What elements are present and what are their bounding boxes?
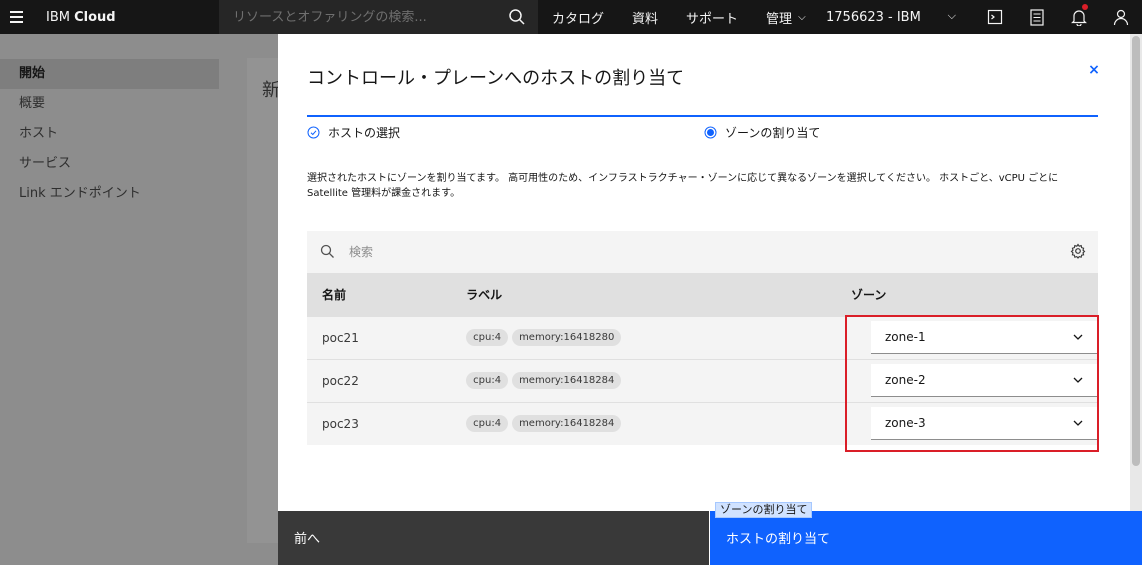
label-tag: cpu:4 [466,415,509,433]
gear-icon[interactable] [1070,243,1086,259]
assign-hosts-button[interactable]: ホストの割り当て [710,511,1142,565]
account-switcher[interactable]: 1756623 - IBM ⌵ [826,0,964,34]
table-toolbar [307,231,1098,273]
progress-indicator [307,115,1098,117]
table-search-input[interactable] [349,245,949,259]
label-tag: memory:16418280 [512,329,622,346]
nav-links: カタログ 資料 サポート 管理 ⌵ [538,0,820,34]
zone-dropdown[interactable]: zone-3 [871,407,1098,441]
user-icon[interactable] [1100,0,1142,34]
nav-support[interactable]: サポート [672,8,752,27]
brand-name: Cloud [74,9,116,25]
sidebar-item-overview[interactable]: 概要 [0,89,219,119]
modal-title: コントロール・プレーンへのホストの割り当て [307,68,685,89]
label-tag: memory:16418284 [512,372,622,389]
hosts-table: 名前 ラベル ゾーン poc21 cpu:4 memory:16418280 zo… [307,273,1098,445]
step-label: ゾーンの割り当て [725,126,821,140]
terminal-icon[interactable] [974,0,1016,34]
host-labels: cpu:4 memory:16418284 [451,401,836,445]
close-button[interactable]: × [1086,62,1102,78]
host-name: poc22 [307,358,452,402]
chevron-down-icon: ⌵ [947,9,956,22]
nav-catalog[interactable]: カタログ [538,8,618,27]
table-row: poc22 cpu:4 memory:16418284 zone-2 [307,358,1098,402]
zone-value: zone-3 [885,416,926,431]
chevron-down-icon [1073,420,1083,427]
zone-cell: zone-2 [836,358,1098,402]
global-search-input[interactable] [233,9,493,25]
sidebar-item-services[interactable]: サービス [0,149,219,179]
step-select-hosts[interactable]: ホストの選択 [307,124,400,141]
back-button[interactable]: 前へ [278,511,709,565]
search-icon[interactable] [508,8,526,26]
zone-cell: zone-3 [836,401,1098,445]
sidebar-item-getting-started[interactable]: 開始 [0,59,219,89]
host-name: poc23 [307,401,452,445]
table-header-row: 名前 ラベル ゾーン [307,273,1098,316]
nav-manage-label: 管理 [766,11,793,27]
account-label: 1756623 - IBM [826,9,921,25]
header-icons [974,0,1142,34]
column-header-zone: ゾーン [836,273,1098,316]
zone-dropdown[interactable]: zone-1 [871,321,1098,354]
assign-hosts-modal: コントロール・プレーンへのホストの割り当て × ホストの選択 ゾーンの割り当て … [278,34,1130,565]
label-tag: cpu:4 [466,372,509,389]
nav-manage[interactable]: 管理 ⌵ [752,8,820,27]
top-navigation-bar: IBM Cloud カタログ 資料 サポート 管理 ⌵ 1756623 - IBM… [0,0,1142,34]
sidebar-item-hosts[interactable]: ホスト [0,119,219,149]
table-row: poc23 cpu:4 memory:16418284 zone-3 [307,401,1098,445]
modal-description: 選択されたホストにゾーンを割り当てます。 高可用性のため、インフラストラクチャー… [307,173,1059,199]
modal-scrollbar[interactable] [1130,34,1142,511]
nav-docs[interactable]: 資料 [618,8,672,27]
column-header-name: 名前 [307,273,452,316]
notification-dot [1082,4,1088,10]
host-name: poc21 [307,315,452,359]
chevron-down-icon [1073,377,1083,383]
sidebar-item-link-endpoints[interactable]: Link エンドポイント [0,179,219,209]
checkmark-circle-icon [307,126,320,139]
zone-dropdown[interactable]: zone-2 [871,364,1098,397]
label-tag: cpu:4 [466,329,509,346]
host-labels: cpu:4 memory:16418280 [451,315,836,359]
column-header-labels: ラベル [451,273,836,316]
menu-icon[interactable] [4,0,28,34]
global-search [219,0,538,34]
table-row: poc21 cpu:4 memory:16418280 zone-1 [307,315,1098,359]
current-step-icon [704,126,717,139]
zone-value: zone-2 [885,373,926,387]
brand-prefix: IBM [46,9,70,25]
search-icon [320,244,334,258]
notification-icon[interactable] [1058,0,1100,34]
scrollbar-thumb[interactable] [1132,36,1140,466]
label-tag: memory:16418284 [512,415,622,433]
close-icon: × [1088,62,1100,78]
host-labels: cpu:4 memory:16418284 [451,358,836,402]
chevron-down-icon: ⌵ [798,11,806,23]
chevron-down-icon [1073,334,1083,340]
step-assign-zones[interactable]: ゾーンの割り当て [704,124,820,141]
zone-value: zone-1 [885,330,926,344]
sidebar: 開始 概要 ホスト サービス Link エンドポイント [0,34,219,565]
step-tooltip: ゾーンの割り当て [715,502,813,518]
step-label: ホストの選択 [328,126,401,140]
zone-cell: zone-1 [836,315,1098,359]
cost-estimator-icon[interactable] [1016,0,1058,34]
brand-logo[interactable]: IBM Cloud [46,10,219,25]
